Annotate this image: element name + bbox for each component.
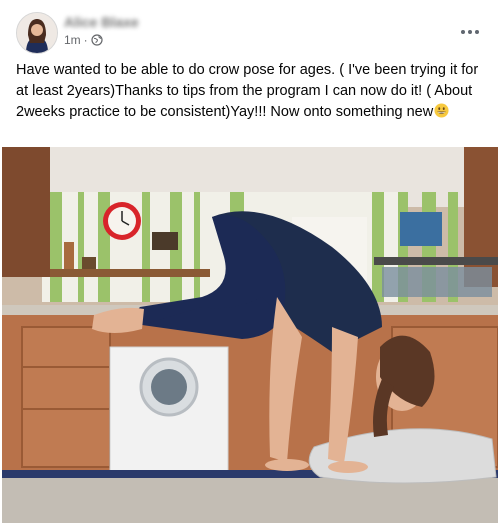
avatar-image xyxy=(17,13,57,53)
post-card: Alice Blaxe 1m · Have wanted to be able … xyxy=(0,0,500,525)
post-meta: 1m · xyxy=(64,33,103,47)
upper-cabinet xyxy=(2,147,50,277)
more-options-icon[interactable] xyxy=(456,18,484,46)
author-avatar[interactable] xyxy=(16,12,58,54)
wall-clock xyxy=(103,202,141,240)
globe-icon[interactable] xyxy=(91,34,103,46)
meta-separator: · xyxy=(83,33,88,47)
author-name[interactable]: Alice Blaxe xyxy=(64,14,139,30)
washing-machine xyxy=(109,346,229,473)
post-text: Have wanted to be able to do crow pose f… xyxy=(16,60,486,123)
post-header: Alice Blaxe 1m · xyxy=(16,12,484,54)
post-body: Have wanted to be able to do crow pose f… xyxy=(16,62,479,120)
crow-pose-photo xyxy=(2,147,498,523)
grinning-face-emoji-icon xyxy=(434,103,449,118)
post-photo[interactable] xyxy=(2,147,498,523)
post-time[interactable]: 1m xyxy=(64,33,81,47)
